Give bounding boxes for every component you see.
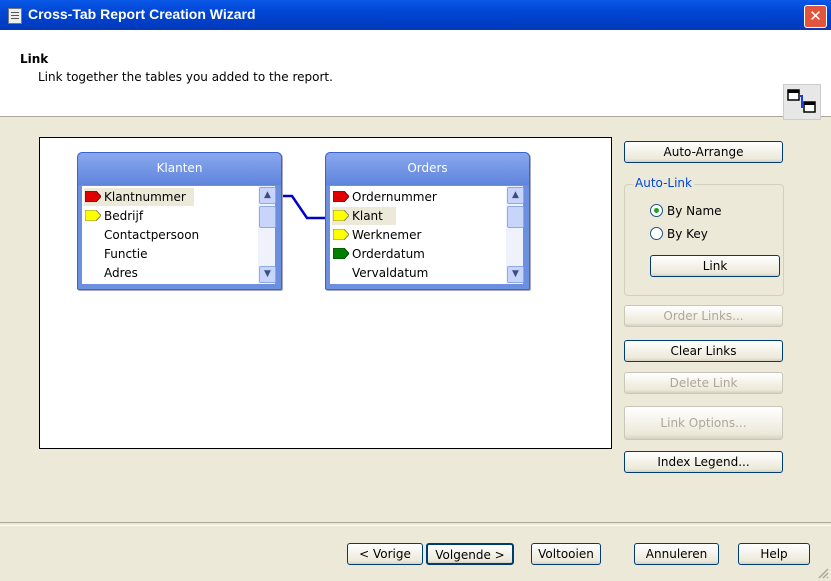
help-button[interactable]: Help: [738, 543, 810, 565]
back-button[interactable]: < Vorige: [347, 543, 423, 565]
table-orders[interactable]: Orders Ordernummer Klant Werknemer Order…: [325, 152, 530, 290]
yellow-index-icon: [85, 210, 101, 221]
cancel-button[interactable]: Annuleren: [634, 543, 719, 565]
scroll-up-icon[interactable]: ▲: [259, 187, 276, 204]
field-list[interactable]: Ordernummer Klant Werknemer Orderdatum V…: [330, 186, 506, 284]
scroll-thumb[interactable]: [507, 206, 524, 228]
clear-links-button[interactable]: Clear Links: [624, 340, 783, 362]
field-row[interactable]: Orderdatum: [332, 245, 425, 263]
field-row[interactable]: Bedrijf: [84, 207, 143, 225]
scroll-thumb[interactable]: [259, 206, 276, 228]
radio-selected-icon: [650, 204, 663, 217]
radio-unselected-icon: [650, 227, 663, 240]
order-links-button[interactable]: Order Links...: [624, 305, 783, 327]
field-list[interactable]: Klantnummer Bedrijf Contactpersoon Funct…: [82, 186, 258, 284]
auto-arrange-button[interactable]: Auto-Arrange: [624, 141, 783, 163]
footer-divider: [0, 522, 831, 526]
link-options-button[interactable]: Link Options...: [624, 406, 783, 440]
scroll-down-icon[interactable]: ▼: [259, 266, 276, 283]
step-description: Link together the tables you added to th…: [38, 70, 333, 84]
red-index-icon: [85, 191, 101, 202]
field-scrollbar[interactable]: ▲ ▼: [258, 186, 276, 284]
field-row[interactable]: Werknemer: [332, 226, 421, 244]
green-index-icon: [333, 248, 349, 259]
step-heading: Link: [20, 52, 49, 66]
link-button[interactable]: Link: [650, 255, 780, 277]
scroll-up-icon[interactable]: ▲: [507, 187, 524, 204]
red-index-icon: [333, 191, 349, 202]
field-row[interactable]: Ordernummer: [332, 188, 437, 206]
yellow-index-icon: [333, 210, 349, 221]
wizard-header: Link Link together the tables you added …: [0, 30, 831, 120]
field-row[interactable]: Klant: [332, 207, 396, 225]
scroll-down-icon[interactable]: ▼: [507, 266, 524, 283]
app-icon: [8, 8, 22, 24]
index-legend-button[interactable]: Index Legend...: [624, 451, 783, 473]
field-row[interactable]: Adres: [84, 264, 138, 282]
title-bar: Cross-Tab Report Creation Wizard ✕: [0, 0, 831, 30]
field-row[interactable]: Functie: [84, 245, 147, 263]
by-key-radio[interactable]: By Key: [650, 225, 708, 243]
close-button[interactable]: ✕: [804, 5, 827, 28]
table-title[interactable]: Orders: [326, 153, 529, 185]
finish-button[interactable]: Voltooien: [531, 543, 601, 565]
auto-link-group: Auto-Link By Name By Key Link: [624, 176, 784, 296]
by-name-radio[interactable]: By Name: [650, 202, 722, 220]
field-row[interactable]: Klantnummer: [84, 188, 194, 206]
window-title: Cross-Tab Report Creation Wizard: [28, 6, 256, 22]
field-row[interactable]: Contactpersoon: [84, 226, 199, 244]
resize-grip-icon[interactable]: [817, 567, 829, 579]
auto-link-label: Auto-Link: [633, 176, 694, 190]
table-title[interactable]: Klanten: [78, 153, 281, 185]
table-klanten[interactable]: Klanten Klantnummer Bedrijf Contactperso…: [77, 152, 282, 290]
field-scrollbar[interactable]: ▲ ▼: [506, 186, 524, 284]
yellow-index-icon: [333, 229, 349, 240]
link-tables-icon: [783, 84, 821, 120]
delete-link-button[interactable]: Delete Link: [624, 372, 783, 394]
field-row[interactable]: Vervaldatum: [332, 264, 428, 282]
next-button[interactable]: Volgende >: [426, 543, 514, 565]
